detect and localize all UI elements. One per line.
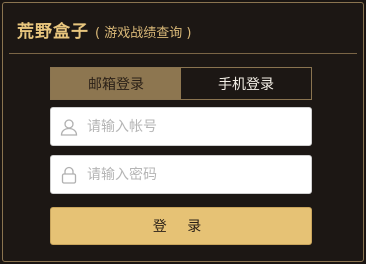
user-icon: [51, 108, 87, 145]
password-field[interactable]: [50, 155, 312, 194]
header-divider: [9, 53, 357, 54]
app-subtitle: ( 游戏战绩查询 ): [95, 26, 192, 41]
account-input[interactable]: [87, 108, 297, 145]
tab-email-login[interactable]: 邮箱登录: [51, 68, 181, 99]
lock-icon: [51, 156, 87, 193]
header: 荒野盒子 ( 游戏战绩查询 ): [17, 17, 191, 47]
tab-phone-login[interactable]: 手机登录: [181, 68, 311, 99]
password-input[interactable]: [87, 156, 297, 193]
login-tabs: 邮箱登录 手机登录: [50, 67, 312, 100]
app-title: 荒野盒子: [17, 22, 89, 42]
account-field[interactable]: [50, 107, 312, 146]
login-button[interactable]: 登 录: [50, 207, 312, 245]
